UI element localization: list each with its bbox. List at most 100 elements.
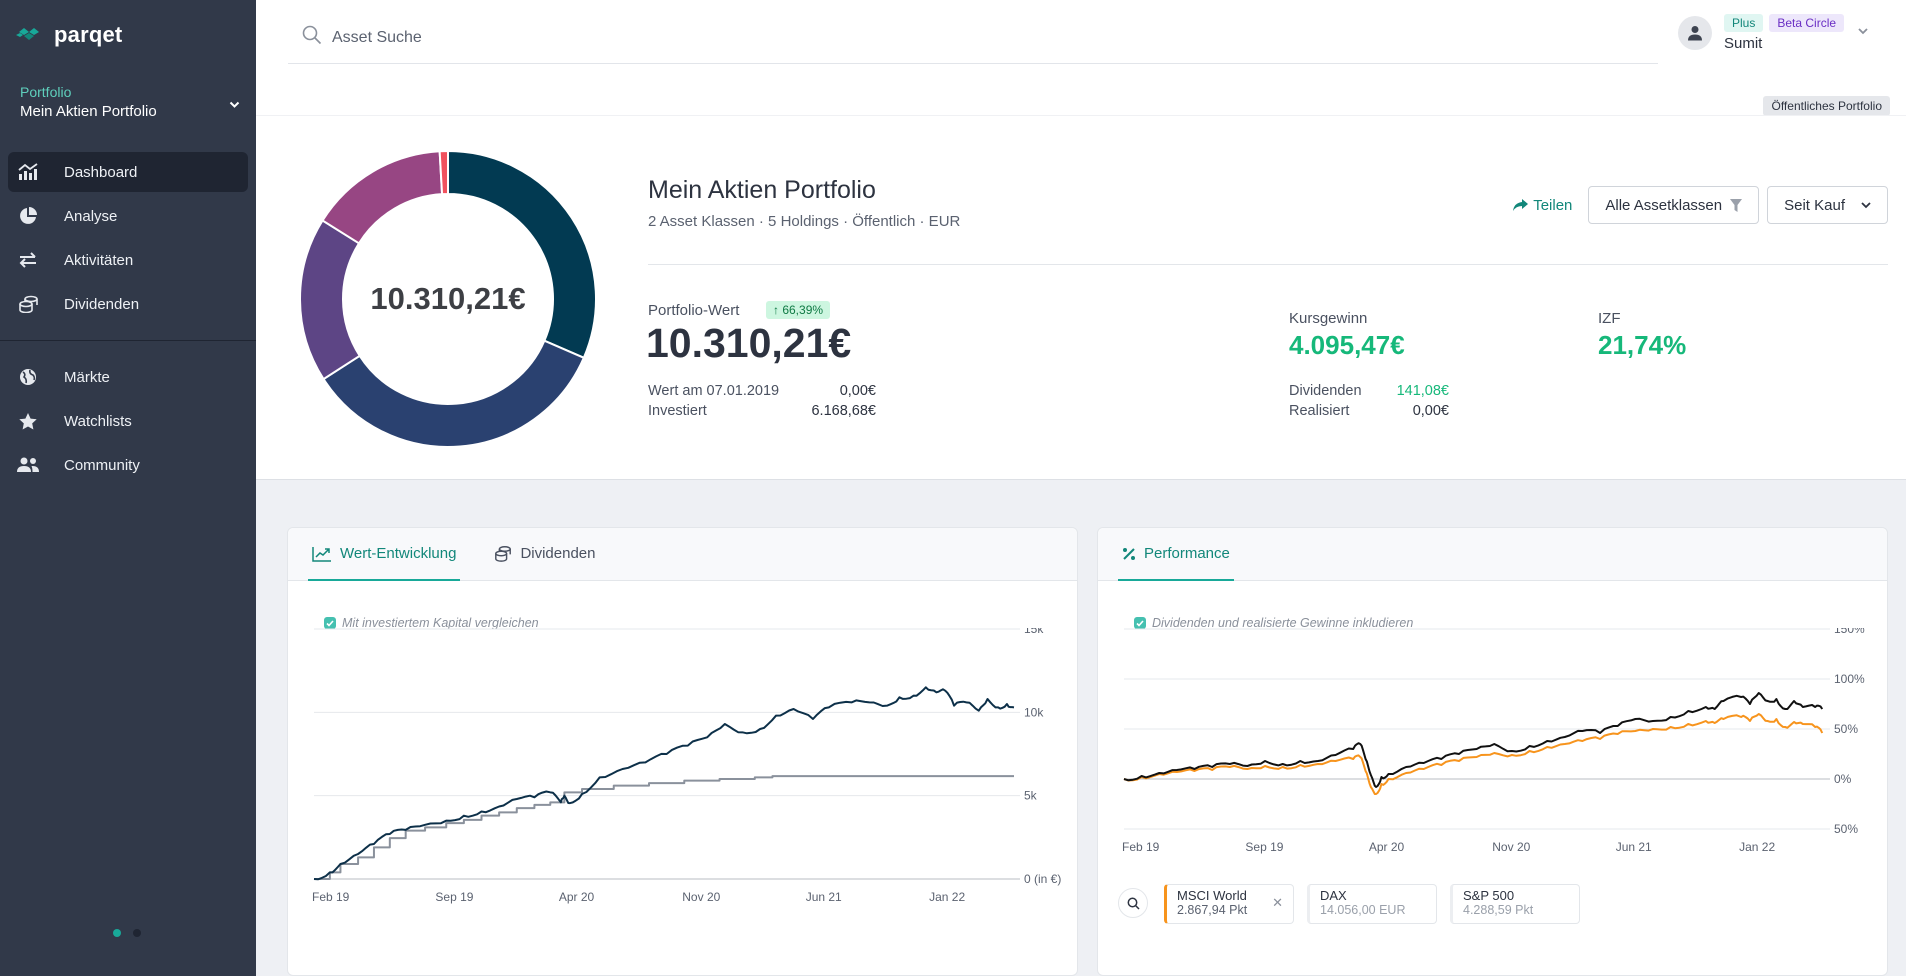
benchmark-name: S&P 500 xyxy=(1463,888,1515,903)
portfolio-value-label: Portfolio-Wert xyxy=(648,302,740,319)
portfolio-subtitle: 2 Asset Klassen · 5 Holdings · Öffentlic… xyxy=(648,213,961,230)
topbar: Plus Beta Circle Sumit Öffentliches Port… xyxy=(256,0,1906,116)
benchmark-value: 14.056,00 EUR xyxy=(1320,903,1406,917)
beta-circle-badge: Beta Circle xyxy=(1769,14,1845,32)
start-value-row: Wert am 07.01.2019 0,00€ xyxy=(648,383,876,399)
coins-icon xyxy=(16,292,40,316)
kursgewinn-value: 4.095,47€ xyxy=(1289,330,1405,360)
benchmark-search-button[interactable] xyxy=(1118,888,1148,918)
user-icon xyxy=(1688,26,1702,41)
portfolio-selector[interactable]: Portfolio Mein Aktien Portfolio xyxy=(20,84,240,120)
asset-search-input[interactable] xyxy=(332,28,932,47)
parqet-logo-icon xyxy=(16,28,39,40)
series-line-msci-world xyxy=(1123,713,1824,795)
logo[interactable]: parqet xyxy=(16,22,122,48)
sidebar-item-community[interactable]: Community xyxy=(8,445,248,485)
realized-row: Realisiert 0,00€ xyxy=(1289,403,1449,419)
sidebar-item-analyse[interactable]: Analyse xyxy=(8,196,248,236)
asset-class-filter-button[interactable]: Alle Assetklassen xyxy=(1588,186,1760,224)
globe-icon xyxy=(16,365,40,389)
y-tick-label: 50% xyxy=(1834,722,1858,736)
tab-label: Wert-Entwicklung xyxy=(340,545,457,562)
y-tick-label: 15k xyxy=(1024,628,1044,636)
share-button[interactable]: Teilen xyxy=(1513,197,1572,214)
tab-wert-entwicklung[interactable]: Wert-Entwicklung xyxy=(308,528,461,581)
share-icon xyxy=(1513,198,1529,211)
x-tick-label: Sep 19 xyxy=(1245,840,1283,854)
benchmark-dax[interactable]: DAX 14.056,00 EUR xyxy=(1307,884,1437,924)
sidebar-item-label: Dashboard xyxy=(64,163,138,181)
chevron-down-icon xyxy=(1858,26,1868,38)
y-tick-label: 100% xyxy=(1834,672,1865,686)
dividends-label: Dividenden xyxy=(1289,383,1362,399)
x-tick-label: Jun 21 xyxy=(1616,840,1652,854)
y-tick-label: 0% xyxy=(1834,772,1852,786)
sidebar: parqet Portfolio Mein Aktien Portfolio D… xyxy=(0,0,256,976)
x-tick-label: Feb 19 xyxy=(1122,840,1160,854)
x-tick-label: Nov 20 xyxy=(682,890,720,904)
sidebar-item-watchlists[interactable]: Watchlists xyxy=(8,401,248,441)
user-menu[interactable]: Plus Beta Circle Sumit xyxy=(1678,14,1868,52)
realized-value: 0,00€ xyxy=(1412,403,1449,419)
portfolio-summary: 10.310,21€ Mein Aktien Portfolio 2 Asset… xyxy=(256,115,1906,480)
benchmark-name: DAX xyxy=(1320,888,1347,903)
donut-center-value: 10.310,21€ xyxy=(370,281,526,316)
coins-icon xyxy=(495,546,512,562)
x-tick-label: Jan 22 xyxy=(929,890,965,904)
benchmark-name: MSCI World xyxy=(1177,888,1247,903)
sidebar-item-maerkte[interactable]: Märkte xyxy=(8,357,248,397)
pager-dot-2[interactable] xyxy=(133,929,141,937)
nav-divider xyxy=(0,340,256,341)
dividends-row: Dividenden 141,08€ xyxy=(1289,383,1449,399)
kursgewinn-label: Kursgewinn xyxy=(1289,310,1368,327)
sidebar-item-label: Dividenden xyxy=(64,295,140,313)
card-tabs: Performance xyxy=(1098,528,1887,581)
page-title: Mein Aktien Portfolio xyxy=(648,176,876,204)
value-development-card: Wert-Entwicklung Dividenden Mit investie… xyxy=(287,527,1078,976)
start-value-label: Wert am 07.01.2019 xyxy=(648,383,780,399)
tab-performance[interactable]: Performance xyxy=(1118,528,1234,581)
nav-secondary: Märkte Watchlists Community xyxy=(8,357,248,489)
period-label: Seit Kauf xyxy=(1784,196,1845,214)
filter-icon xyxy=(1730,198,1743,212)
sidebar-item-aktivitaeten[interactable]: Aktivitäten xyxy=(8,240,248,280)
users-icon xyxy=(16,453,40,477)
invested-label: Investiert xyxy=(648,403,707,419)
filter-label: Alle Assetklassen xyxy=(1605,196,1723,214)
tab-label: Dividenden xyxy=(520,545,596,562)
portfolio-value: 10.310,21€ xyxy=(646,320,852,366)
series-line-investiertes-kapital xyxy=(314,775,1014,880)
x-tick-label: Apr 20 xyxy=(559,890,595,904)
sidebar-item-label: Analyse xyxy=(64,207,118,225)
sidebar-item-dashboard[interactable]: Dashboard xyxy=(8,152,248,192)
performance-card: Performance Dividenden und realisierte G… xyxy=(1097,527,1888,976)
series-line-portfolio xyxy=(1123,692,1824,788)
pager-dot-1[interactable] xyxy=(113,929,121,937)
sidebar-item-label: Community xyxy=(64,456,140,474)
izf-value: 21,74% xyxy=(1598,330,1687,360)
asset-search xyxy=(288,12,1658,64)
public-portfolio-badge: Öffentliches Portfolio xyxy=(1763,96,1890,116)
sidebar-item-dividenden[interactable]: Dividenden xyxy=(8,284,248,324)
summary-actions: Teilen Alle Assetklassen Seit Kauf xyxy=(1513,186,1888,224)
y-tick-label: 150% xyxy=(1834,628,1865,636)
logo-text: parqet xyxy=(54,22,123,47)
x-tick-label: Nov 20 xyxy=(1492,840,1530,854)
chevron-down-icon xyxy=(229,98,240,112)
avatar xyxy=(1678,16,1712,50)
period-select[interactable]: Seit Kauf xyxy=(1767,186,1888,224)
tab-label: Performance xyxy=(1144,545,1230,562)
tab-dividenden[interactable]: Dividenden xyxy=(490,528,599,581)
y-tick-label: 5k xyxy=(1024,789,1038,803)
card-tabs: Wert-Entwicklung Dividenden xyxy=(288,528,1077,581)
search-icon xyxy=(302,25,322,50)
benchmark-sp500[interactable]: S&P 500 4.288,59 Pkt xyxy=(1450,884,1580,924)
portfolio-change-badge: ↑ 66,39% xyxy=(766,301,831,319)
search-icon xyxy=(1127,897,1140,910)
y-tick-label: 50% xyxy=(1834,822,1858,836)
nav-main: Dashboard Analyse Aktivitäten Dividenden xyxy=(8,152,248,328)
sidebar-item-label: Aktivitäten xyxy=(64,251,134,269)
dividends-value: 141,08€ xyxy=(1396,383,1449,399)
benchmark-msci-world[interactable]: MSCI World 2.867,94 Pkt ✕ xyxy=(1164,884,1294,924)
close-icon[interactable]: ✕ xyxy=(1272,895,1283,911)
